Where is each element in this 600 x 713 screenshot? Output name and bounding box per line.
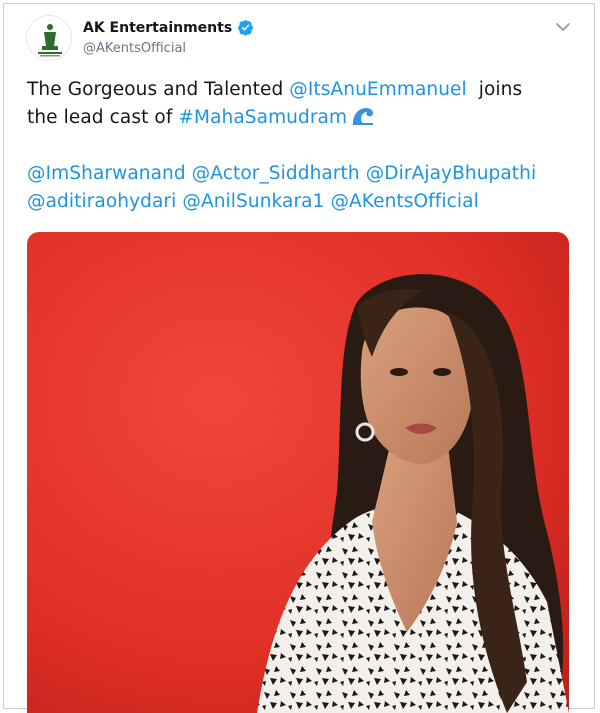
chevron-down-icon[interactable] bbox=[554, 18, 572, 36]
mention-link[interactable]: @AKentsOfficial bbox=[330, 191, 478, 212]
tweet-line-3: @ImSharwanand @Actor_Siddharth @DirAjayB… bbox=[27, 160, 577, 188]
display-name-text: AK Entertainments bbox=[83, 19, 233, 36]
tweet-text-segment: the lead cast of bbox=[27, 107, 179, 128]
tweet-line-4: @aditiraohydari @AnilSunkara1 @AKentsOff… bbox=[27, 188, 577, 216]
mention-link[interactable]: @ImSharwanand bbox=[27, 163, 186, 184]
mention-link[interactable]: @ItsAnuEmmanuel bbox=[289, 79, 467, 100]
tweet-text-segment: The Gorgeous and Talented bbox=[27, 79, 290, 100]
mention-link[interactable]: @aditiraohydari bbox=[27, 191, 176, 212]
account-handle[interactable]: @AKentsOfficial bbox=[83, 41, 186, 56]
portrait-photo-image bbox=[27, 232, 569, 713]
tweet-card: AK Entertainments @AKentsOfficial The Go… bbox=[3, 3, 595, 713]
tweet-text: The Gorgeous and Talented @ItsAnuEmmanue… bbox=[27, 76, 577, 216]
hashtag-link[interactable]: #MahaSamudram bbox=[178, 107, 347, 128]
tweet-line-2: the lead cast of #MahaSamudram bbox=[27, 104, 577, 132]
mention-link[interactable]: @DirAjayBhupathi bbox=[366, 163, 537, 184]
tweet-text-segment: joins bbox=[466, 79, 523, 100]
water-wave-icon bbox=[353, 108, 374, 125]
verified-badge-icon bbox=[238, 20, 254, 36]
ak-logo-icon bbox=[27, 16, 71, 60]
account-avatar[interactable] bbox=[26, 15, 72, 61]
display-name[interactable]: AK Entertainments bbox=[83, 19, 254, 36]
mention-link[interactable]: @Actor_Siddharth bbox=[192, 163, 360, 184]
tweet-photo[interactable] bbox=[27, 232, 569, 713]
tweet-line-1: The Gorgeous and Talented @ItsAnuEmmanue… bbox=[27, 76, 577, 104]
mention-link[interactable]: @AnilSunkara1 bbox=[182, 191, 324, 212]
